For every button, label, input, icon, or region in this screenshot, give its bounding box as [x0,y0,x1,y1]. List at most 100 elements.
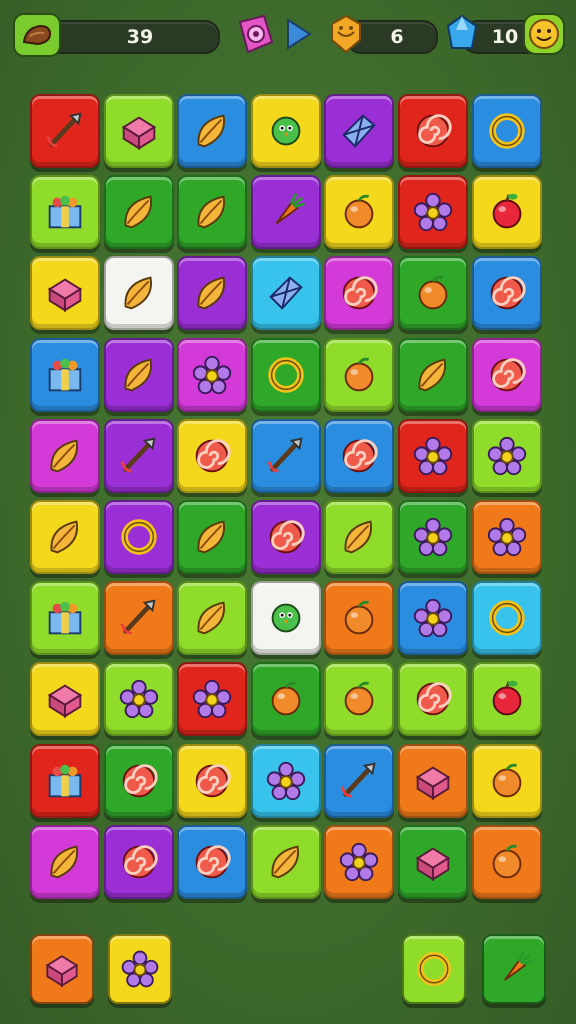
tile-white-leaf[interactable] [103,256,174,331]
flower-icon [193,680,232,719]
booster-eraser[interactable] [30,934,94,1004]
tile-green-leaf[interactable] [177,175,248,250]
kite-icon [269,276,303,311]
play-arrow-icon[interactable] [284,16,314,52]
tile-red-flower[interactable] [177,662,248,737]
tile-blue-flower[interactable] [398,581,468,656]
tile-green-swirl[interactable] [103,743,174,818]
tile-orange-flower[interactable] [324,824,395,899]
tile-orange-box[interactable] [398,743,468,818]
tile-orange-arrow[interactable] [103,581,174,656]
booster-bouquet[interactable] [108,934,172,1004]
tile-yellow-swirl[interactable] [177,743,248,818]
tile-magenta-flower[interactable] [177,337,248,412]
ring-icon [417,952,451,986]
tile-red-flower[interactable] [398,418,468,493]
leaf-icon [50,845,78,879]
tile-lime-box[interactable] [103,94,174,168]
tile-blue-ring[interactable] [471,94,542,168]
tile-blue-arrow[interactable] [250,418,321,493]
tile-blue-swirl[interactable] [471,256,542,331]
tile-orange-berry[interactable] [471,824,542,899]
tile-lime-apple[interactable] [471,662,542,737]
tile-purple-arrow[interactable] [103,418,174,493]
flower-icon [121,950,159,988]
tile-purple-swirl[interactable] [103,824,174,899]
tile-purple-carrot[interactable] [250,175,321,250]
tile-green-flower[interactable] [398,500,468,574]
flower-icon [340,842,379,881]
blue-gem-icon[interactable] [442,12,482,56]
tile-lime-leaf[interactable] [250,824,321,899]
tile-red-arrow[interactable] [30,94,100,168]
apple-icon [492,193,521,229]
flower-icon [193,355,232,394]
tile-lime-swirl[interactable] [398,662,468,737]
tile-yellow-box[interactable] [30,662,100,737]
pink-gem-icon[interactable] [234,12,276,56]
tile-lime-berry[interactable] [324,337,395,412]
tile-white-bird[interactable] [250,581,321,656]
tile-red-giftbox[interactable] [30,743,100,818]
tile-yellow-leaf[interactable] [30,500,100,574]
tile-blue-giftbox[interactable] [30,337,100,412]
leaf-icon [197,195,226,229]
tile-lime-berry[interactable] [324,662,395,737]
tile-yellow-apple[interactable] [471,175,542,250]
giftbox-icon [48,601,82,635]
tile-green-leaf[interactable] [177,500,248,574]
tile-yellow-berry[interactable] [471,743,542,818]
tile-magenta-swirl[interactable] [471,337,542,412]
tile-lime-leaf[interactable] [324,500,395,574]
tile-lime-flower[interactable] [103,662,174,737]
tile-purple-ring[interactable] [103,500,174,574]
tile-green-ring[interactable] [250,337,321,412]
tile-yellow-berry[interactable] [324,175,395,250]
tile-blue-arrow[interactable] [324,743,395,818]
tile-cyan-kite[interactable] [250,256,321,331]
tile-magenta-swirl[interactable] [324,256,395,331]
tile-lime-giftbox[interactable] [30,175,100,250]
tile-purple-leaf[interactable] [103,337,174,412]
leaf-icon [197,520,226,554]
tile-lime-leaf[interactable] [177,581,248,656]
booster-carrot[interactable] [482,934,546,1004]
swirl-icon [416,682,452,716]
tile-red-flower[interactable] [398,175,468,250]
tile-yellow-bird[interactable] [250,94,321,168]
tile-purple-leaf[interactable] [177,256,248,331]
chocolate-icon[interactable] [12,12,62,58]
ring-icon [488,113,525,149]
tile-blue-swirl[interactable] [177,824,248,899]
gold-coin-icon[interactable] [326,12,366,56]
tile-green-leaf[interactable] [398,337,468,412]
tile-green-leaf[interactable] [103,175,174,250]
tile-magenta-leaf[interactable] [30,824,100,899]
tile-red-swirl[interactable] [398,94,468,168]
booster-shuffle[interactable] [402,934,466,1004]
leaf-icon [124,195,152,229]
tile-magenta-leaf[interactable] [30,418,100,493]
swirl-icon [122,845,158,879]
ring-icon [488,600,525,636]
tile-blue-leaf[interactable] [177,94,248,168]
swirl-icon [195,439,231,473]
tile-lime-giftbox[interactable] [30,581,100,656]
smiley-icon[interactable] [522,12,566,56]
tile-yellow-box[interactable] [30,256,100,331]
tile-lime-flower[interactable] [471,418,542,493]
tile-green-berry[interactable] [250,662,321,737]
tile-purple-kite[interactable] [324,94,395,168]
flower-icon [413,599,453,638]
flower-icon [413,193,453,232]
tile-blue-swirl[interactable] [324,418,395,493]
tile-yellow-swirl[interactable] [177,418,248,493]
tile-green-berry[interactable] [398,256,468,331]
tile-orange-berry[interactable] [324,581,395,656]
tile-green-box[interactable] [398,824,468,899]
leaf-icon [344,520,373,554]
tile-purple-swirl[interactable] [250,500,321,574]
tile-cyan-flower[interactable] [250,743,321,818]
tile-orange-flower[interactable] [471,500,542,574]
tile-cyan-ring[interactable] [471,581,542,656]
